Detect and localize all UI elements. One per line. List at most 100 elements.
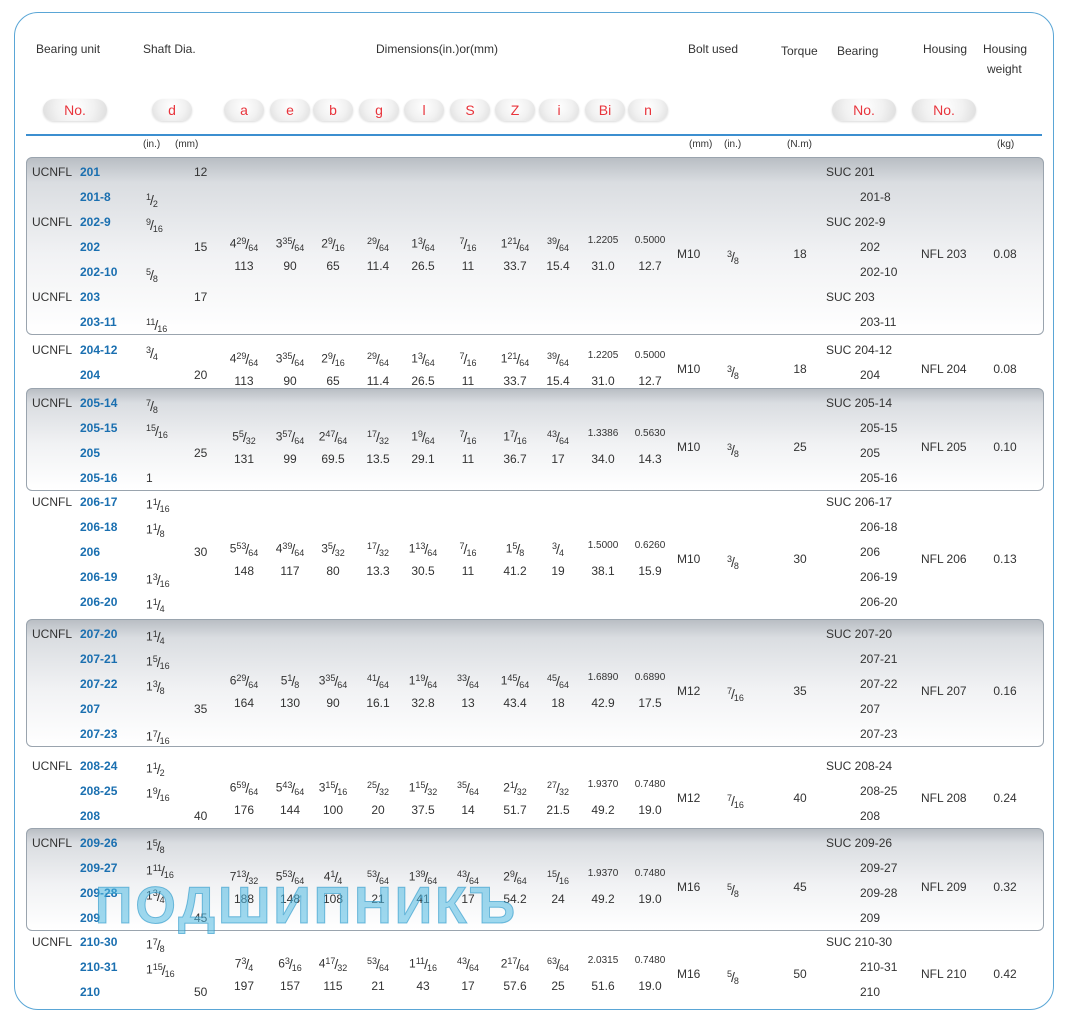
- unit-number: 206-18: [80, 520, 118, 534]
- bearing-number: 207-21: [860, 652, 898, 666]
- dim-mm-2: 80: [326, 563, 340, 578]
- unit-number: 210-30: [80, 935, 118, 949]
- unit-number: 202-9: [80, 215, 111, 229]
- unit-number: 204-12: [80, 343, 118, 357]
- torque-value: 50: [793, 966, 807, 981]
- unit-number: 208: [80, 809, 101, 823]
- dim-mm-5: 13: [461, 695, 475, 710]
- dim-mm-6: 43.4: [503, 695, 527, 710]
- dim-mm-0: 176: [233, 802, 255, 817]
- bolt-inch: 7/16: [727, 792, 744, 810]
- dim-mm-7: 25: [551, 978, 565, 993]
- shaft-dia-mm: 40: [194, 809, 208, 823]
- shaft-dia-mm: 12: [194, 165, 208, 179]
- dim-mm-7: 24: [551, 892, 565, 906]
- dim-mm-7: 18: [551, 695, 565, 710]
- header-bolt-used: Bolt used: [688, 42, 739, 56]
- bearing-number: 202-10: [860, 265, 898, 279]
- dim-inch-1: 439/64: [275, 540, 305, 558]
- dim-mm-0: 131: [233, 452, 255, 466]
- dim-mm-5: 11: [461, 563, 475, 578]
- header-housing-weight-line1: Housing: [983, 42, 1028, 56]
- unit-number: 206: [80, 545, 101, 559]
- dim-inch-7: 39/64: [547, 235, 569, 253]
- dim-inch-4: 19/64: [411, 429, 435, 446]
- dim-mm-8: 51.6: [591, 978, 615, 993]
- symbol-s: S: [450, 99, 490, 121]
- torque-value: 35: [793, 683, 807, 698]
- housing-weight: 0.08: [993, 246, 1017, 261]
- dim-inch-5: 7/16: [459, 429, 477, 446]
- bearing-number: 206-18: [860, 520, 898, 534]
- housing-number: NFL 206: [921, 551, 967, 566]
- unit-number: 206-19: [80, 570, 118, 584]
- bearing-number: 204: [860, 368, 881, 382]
- symbol-a: a: [224, 99, 264, 121]
- dim-mm-0: 113: [234, 374, 254, 388]
- dim-inch-9: 0.6890: [634, 671, 666, 683]
- dim-mm-4: 26.5: [411, 258, 435, 273]
- dim-inch-9: 0.7480: [634, 954, 666, 966]
- dim-inch-7: 43/64: [547, 429, 569, 446]
- dim-inch-1: 51/8: [280, 672, 300, 690]
- dim-inch-5: 7/16: [459, 540, 477, 558]
- symbol-e: e: [270, 99, 310, 121]
- dim-inch-4: 115/32: [408, 779, 438, 797]
- shaft-dia-inch: 5/8: [146, 267, 158, 284]
- unit-prefix: UCNFL: [32, 290, 73, 304]
- housing-number: NFL 209: [921, 880, 967, 894]
- dim-inch-0: 659/64: [229, 779, 259, 797]
- torque-value: 40: [793, 790, 807, 805]
- unit-number: 210: [80, 985, 101, 999]
- dim-mm-5: 11: [461, 452, 475, 466]
- bolt-inch: 3/8: [727, 553, 739, 571]
- bearing-number: 207: [860, 702, 881, 716]
- dim-mm-6: 33.7: [503, 258, 527, 273]
- housing-weight: 0.13: [993, 551, 1017, 566]
- shaft-dia-inch: 13/16: [146, 572, 170, 589]
- bearing-number: 208: [860, 809, 881, 823]
- dim-mm-4: 43: [416, 978, 430, 993]
- dim-inch-8: 1.2205: [587, 350, 619, 361]
- bearing-number: 205: [860, 446, 881, 460]
- dim-inch-3: 53/64: [367, 955, 389, 973]
- dim-inch-2: 29/16: [321, 351, 345, 368]
- bearing-number: 205-15: [860, 421, 898, 435]
- torque-value: 45: [793, 880, 807, 894]
- dim-inch-6: 121/64: [500, 351, 530, 368]
- shaft-dia-inch: 11/4: [146, 629, 165, 646]
- dim-inch-3: 17/32: [367, 540, 389, 558]
- dim-inch-8: 2.0315: [587, 954, 619, 966]
- torque-value: 30: [793, 551, 807, 566]
- shaft-dia-inch: 19/16: [146, 786, 170, 803]
- symbol-d: d: [152, 99, 192, 121]
- unit-number: 209-27: [80, 861, 118, 875]
- bearing-number: SUC 205-14: [826, 396, 893, 410]
- bearing-number: 203-11: [860, 315, 897, 329]
- dim-mm-9: 12.7: [638, 374, 662, 388]
- unit-prefix: UCNFL: [32, 627, 73, 641]
- dim-mm-5: 11: [461, 374, 475, 388]
- dim-mm-3: 21: [371, 978, 385, 993]
- unit-number: 207-21: [80, 652, 118, 666]
- dim-inch-3: 17/32: [367, 429, 389, 446]
- unit-number: 206-17: [80, 495, 118, 509]
- dim-mm-5: 14: [461, 802, 475, 817]
- bearing-number: SUC 208-24: [826, 759, 893, 773]
- bearing-number: 207-23: [860, 727, 898, 741]
- dim-mm-5: 17: [461, 978, 475, 993]
- housing-number: NFL 205: [921, 440, 967, 454]
- dim-mm-0: 197: [233, 978, 255, 993]
- dim-mm-1: 117: [280, 563, 300, 578]
- dim-mm-2: 100: [322, 802, 344, 817]
- dim-mm-3: 20: [371, 802, 385, 817]
- dim-inch-8: 1.2205: [587, 234, 619, 246]
- unit-number: 210-31: [80, 960, 118, 974]
- unit-number: 208-25: [80, 784, 118, 798]
- dim-mm-3: 13.5: [366, 452, 390, 466]
- shaft-dia-inch: 17/16: [146, 729, 170, 746]
- dim-mm-1: 90: [283, 258, 297, 273]
- bearing-number: 207-22: [860, 677, 898, 691]
- dim-inch-9: 0.5000: [634, 350, 666, 361]
- unit-number: 201-8: [80, 190, 111, 204]
